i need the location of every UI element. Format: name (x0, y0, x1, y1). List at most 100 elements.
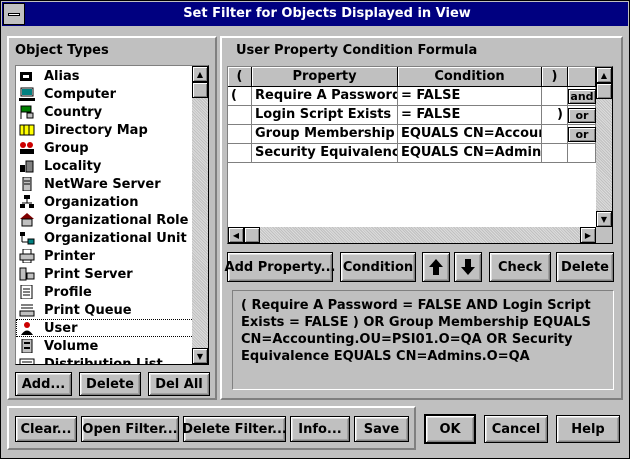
save-button[interactable]: Save (354, 416, 409, 442)
system-menu-icon[interactable] (3, 3, 25, 25)
move-up-button[interactable] (422, 252, 450, 282)
operator-button[interactable]: or (568, 127, 596, 142)
object-type-label: Locality (44, 158, 102, 174)
object-types-panel: Object Types Alias Computer Country Directo… (7, 36, 217, 400)
grid-column-header[interactable]: Condition (398, 67, 542, 87)
filter-dialog: Set Filter for Objects Displayed in View… (0, 0, 630, 459)
grid-vertical-scrollbar[interactable]: ▲ ▼ (596, 67, 612, 227)
delete-object-button[interactable]: Delete (79, 372, 141, 396)
info-button[interactable]: Info... (290, 416, 350, 442)
object-type-label: Computer (44, 86, 117, 102)
object-list-scrollbar[interactable]: ▲ ▼ (192, 66, 208, 364)
grid-cell-property[interactable]: Login Script Exists (252, 106, 398, 125)
move-down-button[interactable] (454, 252, 482, 282)
grid-hscroll-thumb[interactable] (244, 227, 260, 243)
grid-column-header[interactable]: ( (228, 67, 252, 87)
object-type-item[interactable]: Print Queue (16, 301, 192, 319)
delete-all-objects-button[interactable]: Del All (148, 372, 210, 396)
delete-condition-button[interactable]: Delete (556, 252, 614, 282)
grid-cell-close[interactable]: ) (542, 106, 568, 125)
object-type-label: Print Queue (44, 302, 132, 318)
grid-scroll-up-icon[interactable]: ▲ (596, 67, 612, 83)
grid-cell-condition[interactable]: = FALSE (398, 106, 542, 125)
object-type-label: Organizational Unit (44, 230, 187, 246)
grid-column-header[interactable]: ) (542, 67, 568, 87)
grid-cell-condition[interactable]: EQUALS CN=Accountin (398, 125, 542, 144)
object-type-label: Organizational Role (44, 212, 189, 228)
printer-icon (19, 248, 35, 264)
group-icon (19, 141, 35, 155)
title-bar[interactable]: Set Filter for Objects Displayed in View (2, 2, 628, 26)
grid-cell-open[interactable] (228, 106, 252, 125)
object-type-item[interactable]: Printer (16, 247, 192, 265)
object-type-item[interactable]: Organizational Role (16, 211, 192, 229)
grid-cell-property[interactable]: Security Equivalence (252, 144, 398, 163)
operator-button[interactable]: or (568, 108, 596, 123)
object-type-item[interactable]: Country (16, 103, 192, 121)
grid-cell-close[interactable] (542, 87, 568, 106)
formula-text: ( Require A Password = FALSE AND Login S… (241, 298, 591, 364)
ok-button[interactable]: OK (424, 414, 476, 444)
object-type-item[interactable]: NetWare Server (16, 175, 192, 193)
grid-cell-condition[interactable]: = FALSE (398, 87, 542, 106)
grid-cell-property[interactable]: Require A Password (252, 87, 398, 106)
object-type-label: Profile (44, 284, 92, 300)
grid-cell-operator (568, 144, 596, 163)
grid-scroll-down-icon[interactable]: ▼ (596, 211, 612, 227)
object-type-item[interactable]: Organizational Unit (16, 229, 192, 247)
object-type-label: Organization (44, 194, 139, 210)
object-type-item[interactable]: User (16, 319, 192, 337)
object-type-item[interactable]: Distribution List (16, 355, 192, 364)
object-type-item[interactable]: Locality (16, 157, 192, 175)
grid-scroll-left-icon[interactable]: ◀ (228, 227, 244, 243)
object-type-label: Distribution List (44, 356, 163, 365)
condition-formula-heading: User Property Condition Formula (236, 43, 478, 58)
grid-column-header[interactable]: Property (252, 67, 398, 87)
object-type-item[interactable]: Computer (16, 85, 192, 103)
grid-cell-close[interactable] (542, 125, 568, 144)
object-types-list[interactable]: Alias Computer Country Directory Map Group Lo… (15, 65, 209, 365)
distribution-list-icon (19, 357, 35, 364)
scroll-thumb[interactable] (192, 82, 208, 98)
scroll-up-icon[interactable]: ▲ (192, 66, 208, 82)
grid-column-header[interactable] (568, 67, 596, 87)
grid-cell-open[interactable]: ( (228, 87, 252, 106)
object-type-item[interactable]: Alias (16, 67, 192, 85)
object-type-item[interactable]: Organization (16, 193, 192, 211)
window-title: Set Filter for Objects Displayed in View (183, 6, 471, 21)
object-type-item[interactable]: Profile (16, 283, 192, 301)
formula-display: ( Require A Password = FALSE AND Login S… (232, 290, 614, 390)
volume-icon (19, 338, 35, 354)
object-type-item[interactable]: Print Server (16, 265, 192, 283)
grid-cell-open[interactable] (228, 144, 252, 163)
grid-vscroll-thumb[interactable] (596, 83, 612, 99)
grid-horizontal-scrollbar[interactable]: ◀ ▶ (228, 227, 596, 243)
object-types-heading: Object Types (15, 43, 109, 58)
scroll-down-icon[interactable]: ▼ (192, 348, 208, 364)
filter-actions-panel: Clear... Open Filter... Delete Filter...… (7, 406, 416, 450)
object-type-item[interactable]: Volume (16, 337, 192, 355)
check-button[interactable]: Check (489, 252, 551, 282)
grid-cell-condition[interactable]: EQUALS CN=Admins.C (398, 144, 542, 163)
operator-button[interactable]: and (568, 89, 596, 104)
add-object-button[interactable]: Add... (15, 372, 72, 396)
grid-scroll-right-icon[interactable]: ▶ (580, 227, 596, 243)
object-type-item[interactable]: Group (16, 139, 192, 157)
grid-cell-open[interactable] (228, 125, 252, 144)
delete-filter-button[interactable]: Delete Filter... (182, 416, 287, 442)
add-property-button[interactable]: Add Property... (225, 252, 335, 282)
object-type-label: Group (44, 140, 89, 156)
arrow-down-icon (461, 259, 475, 275)
condition-button[interactable]: Condition (340, 252, 416, 282)
object-type-label: Country (44, 104, 103, 120)
grid-cell-close[interactable] (542, 144, 568, 163)
server-icon (19, 176, 35, 192)
object-type-item[interactable]: Directory Map (16, 121, 192, 139)
clear-button[interactable]: Clear... (15, 416, 77, 442)
open-filter-button[interactable]: Open Filter... (81, 416, 179, 442)
cancel-button[interactable]: Cancel (484, 415, 548, 443)
object-type-label: User (44, 320, 78, 336)
condition-grid[interactable]: (Property Condition) (Require A Password = … (227, 66, 613, 244)
grid-cell-property[interactable]: Group Membership (252, 125, 398, 144)
help-button[interactable]: Help (556, 415, 620, 443)
